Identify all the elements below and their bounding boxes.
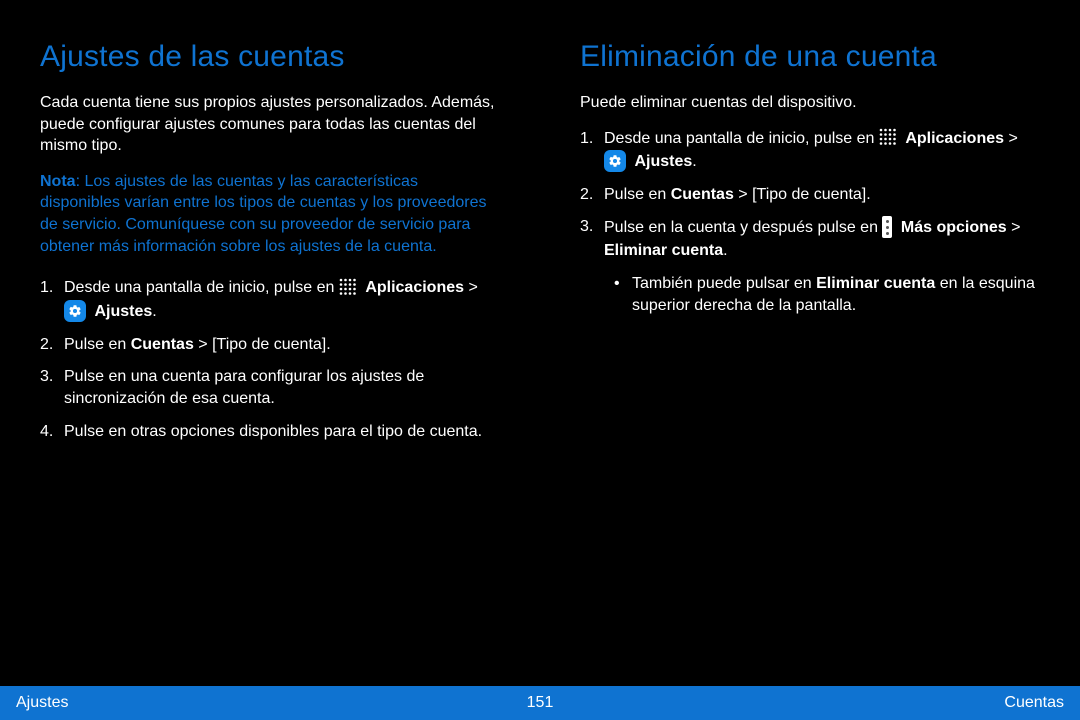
step-body: Pulse en otras opciones disponibles para… — [64, 421, 500, 443]
bold-text: Eliminar cuenta — [604, 242, 723, 259]
bold-text: Cuentas — [131, 336, 194, 353]
step-body: Desde una pantalla de inicio, pulse en A… — [604, 128, 1040, 174]
more-icon — [882, 216, 892, 238]
right-bullet: • También puede pulsar en Eliminar cuent… — [614, 273, 1040, 318]
bullet-body: También puede pulsar en Eliminar cuenta … — [632, 273, 1040, 318]
step-number: 1. — [580, 128, 604, 174]
right-heading: Eliminación de una cuenta — [580, 40, 1040, 74]
left-step-2: 2. Pulse en Cuentas > [Tipo de cuenta]. — [40, 334, 500, 356]
step-body: Pulse en Cuentas > [Tipo de cuenta]. — [604, 184, 1040, 206]
apps-label: Aplicaciones — [365, 279, 464, 296]
right-steps: 1. Desde una pantalla de inicio, pulse e… — [580, 128, 1040, 318]
footer-page-number: 151 — [527, 694, 554, 712]
step-text: > — [1011, 220, 1020, 237]
bullet-dot: • — [614, 273, 632, 318]
left-intro: Cada cuenta tiene sus propios ajustes pe… — [40, 92, 500, 157]
right-step-2: 2. Pulse en Cuentas > [Tipo de cuenta]. — [580, 184, 1040, 206]
step-body: Pulse en la cuenta y después pulse en Má… — [604, 216, 1040, 262]
left-step-4: 4. Pulse en otras opciones disponibles p… — [40, 421, 500, 443]
footer-bar: Ajustes 151 Cuentas — [0, 686, 1080, 720]
gear-icon — [604, 150, 626, 172]
step-number: 1. — [40, 277, 64, 323]
step-text: . — [723, 242, 727, 259]
step-text: Pulse en — [604, 186, 671, 203]
step-text: Desde una pantalla de inicio, pulse en — [604, 130, 879, 147]
apps-icon — [879, 128, 897, 146]
step-text: . — [692, 153, 696, 170]
note-label: Nota — [40, 173, 76, 190]
step-text: > [Tipo de cuenta]. — [734, 186, 871, 203]
bold-text: Eliminar cuenta — [816, 275, 935, 292]
step-body: Desde una pantalla de inicio, pulse en A… — [64, 277, 500, 323]
step-text: . — [152, 303, 156, 320]
step-text: > — [1008, 130, 1017, 147]
apps-label: Aplicaciones — [905, 130, 1004, 147]
note-block: Nota: Los ajustes de las cuentas y las c… — [40, 171, 500, 257]
step-text: Pulse en — [64, 336, 131, 353]
step-number: 3. — [580, 216, 604, 262]
page-body: Ajustes de las cuentas Cada cuenta tiene… — [0, 0, 1080, 680]
left-heading: Ajustes de las cuentas — [40, 40, 500, 74]
settings-label: Ajustes — [634, 153, 692, 170]
more-label: Más opciones — [901, 220, 1007, 237]
right-step-3: 3. Pulse en la cuenta y después pulse en… — [580, 216, 1040, 262]
step-body: Pulse en una cuenta para configurar los … — [64, 366, 500, 411]
step-text: Desde una pantalla de inicio, pulse en — [64, 279, 339, 296]
apps-icon — [339, 278, 357, 296]
step-text: > [Tipo de cuenta]. — [194, 336, 331, 353]
left-steps: 1. Desde una pantalla de inicio, pulse e… — [40, 277, 500, 443]
footer-left: Ajustes — [16, 694, 68, 712]
right-column: Eliminación de una cuenta Puede eliminar… — [540, 0, 1080, 680]
step-number: 2. — [40, 334, 64, 356]
bullet-text: También puede pulsar en — [632, 275, 816, 292]
step-text: > — [468, 279, 477, 296]
step-number: 2. — [580, 184, 604, 206]
right-intro: Puede eliminar cuentas del dispositivo. — [580, 92, 1040, 114]
footer-right: Cuentas — [1004, 694, 1064, 712]
step-body: Pulse en Cuentas > [Tipo de cuenta]. — [64, 334, 500, 356]
gear-icon — [64, 300, 86, 322]
left-column: Ajustes de las cuentas Cada cuenta tiene… — [0, 0, 540, 680]
step-text: Pulse en la cuenta y después pulse en — [604, 220, 882, 237]
settings-label: Ajustes — [94, 303, 152, 320]
step-number: 4. — [40, 421, 64, 443]
note-body: : Los ajustes de las cuentas y las carac… — [40, 173, 486, 255]
bold-text: Cuentas — [671, 186, 734, 203]
left-step-1: 1. Desde una pantalla de inicio, pulse e… — [40, 277, 500, 323]
left-step-3: 3. Pulse en una cuenta para configurar l… — [40, 366, 500, 411]
step-number: 3. — [40, 366, 64, 411]
right-step-1: 1. Desde una pantalla de inicio, pulse e… — [580, 128, 1040, 174]
